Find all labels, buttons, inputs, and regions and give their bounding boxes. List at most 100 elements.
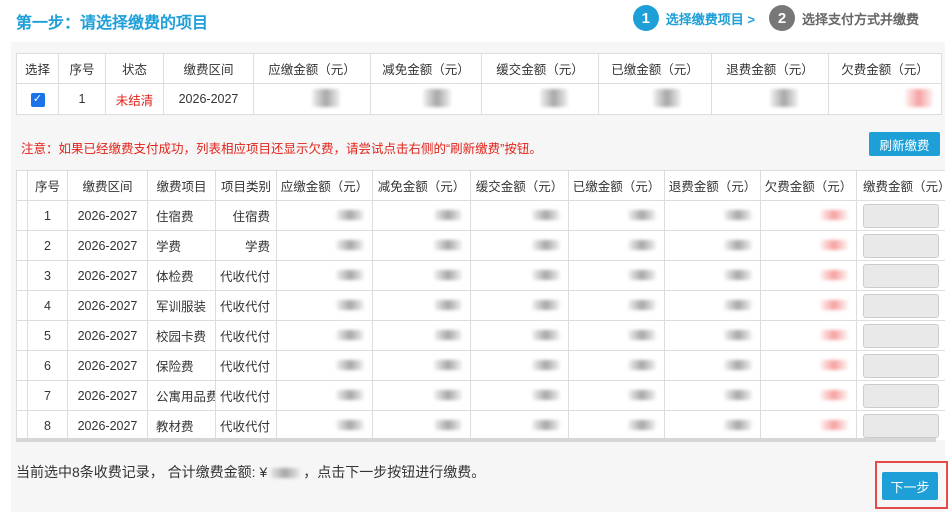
step-2-label: 选择支付方式并缴费 <box>801 11 919 27</box>
pay-amount-input[interactable] <box>863 413 939 438</box>
pay-amount-input[interactable] <box>863 323 939 348</box>
row-pay-amount[interactable] <box>856 410 945 440</box>
next-step-button[interactable]: 下一步 <box>882 472 938 500</box>
redacted-value <box>724 239 752 250</box>
horizontal-scrollbar[interactable] <box>16 438 936 442</box>
row-due-amount <box>276 290 373 321</box>
row-item: 教材费 <box>147 410 216 440</box>
row-period: 2026-2027 <box>67 230 148 261</box>
row-index: 4 <box>27 290 68 321</box>
notice-bar: 注意：如果已经缴费支付成功，列表相应项目还显示欠费，请尝试点击右侧的“刷新缴费”… <box>11 132 945 156</box>
row-refund-amount <box>664 350 761 381</box>
row-owed-amount <box>760 320 857 351</box>
pay-amount-input[interactable] <box>863 353 939 378</box>
row-pay-amount[interactable] <box>856 200 945 231</box>
pay-amount-input[interactable] <box>863 203 939 228</box>
summary-suffix: ，点击下一步按钮进行缴费。 <box>303 464 486 480</box>
row-category: 住宿费 <box>215 200 277 231</box>
redacted-total-amount <box>270 468 301 479</box>
row-reduced-amount <box>372 410 471 440</box>
row-deferred-amount <box>470 350 569 381</box>
fee-period-row[interactable]: ✓ 1 未结清 2026-2027 <box>16 83 942 115</box>
row-pay-amount[interactable] <box>856 230 945 261</box>
row-pay-amount[interactable] <box>856 290 945 321</box>
redacted-value <box>532 389 560 400</box>
row-refund-amount <box>664 230 761 261</box>
row-status: 未结清 <box>105 83 164 115</box>
row-index: 8 <box>27 410 68 440</box>
row-owed-amount <box>760 380 857 411</box>
redacted-value <box>820 209 848 220</box>
redacted-value <box>628 389 656 400</box>
redacted-value <box>628 239 656 250</box>
row-pay-amount[interactable] <box>856 380 945 411</box>
row-pay-amount[interactable] <box>856 320 945 351</box>
row-due-amount <box>276 260 373 291</box>
row-refund-amount <box>664 290 761 321</box>
redacted-value <box>820 419 848 430</box>
table-row[interactable]: 3 2026-2027 体检费 代收代付 <box>16 260 945 291</box>
row-category: 代收代付 <box>215 380 277 411</box>
redacted-value <box>336 389 364 400</box>
row-pay-amount[interactable] <box>856 260 945 291</box>
table-row[interactable]: 2 2026-2027 学费 学费 <box>16 230 945 261</box>
step-2: 2 选择支付方式并缴费 <box>768 5 919 31</box>
content-panel: 选择 序号 状态 缴费区间 应缴金额（元） 减免金额（元） 缓交金额（元） 已缴… <box>11 42 945 512</box>
row-deferred-amount <box>470 230 569 261</box>
redacted-value <box>628 299 656 310</box>
row-pay-amount[interactable] <box>856 350 945 381</box>
fee-period-header-row: 选择 序号 状态 缴费区间 应缴金额（元） 减免金额（元） 缓交金额（元） 已缴… <box>16 53 942 84</box>
col-header-owed: 欠费金额（元） <box>760 170 857 201</box>
redacted-value <box>820 389 848 400</box>
row-paid-amount <box>568 230 665 261</box>
col-header-due: 应缴金额（元） <box>253 53 371 84</box>
col-header-deferred: 缓交金额（元） <box>470 170 569 201</box>
row-reduced-amount <box>372 230 471 261</box>
row-gutter <box>16 230 28 261</box>
redacted-value <box>820 299 848 310</box>
table-row[interactable]: 7 2026-2027 公寓用品费 代收代付 <box>16 380 945 411</box>
pay-amount-input[interactable] <box>863 383 939 408</box>
row-category: 代收代付 <box>215 260 277 291</box>
row-category: 代收代付 <box>215 290 277 321</box>
row-paid-amount <box>568 410 665 440</box>
redacted-value <box>532 269 560 280</box>
col-header-reduced: 减免金额（元） <box>370 53 482 84</box>
table-row[interactable]: 5 2026-2027 校园卡费 代收代付 <box>16 320 945 351</box>
row-period: 2026-2027 <box>67 290 148 321</box>
table-row[interactable]: 6 2026-2027 保险费 代收代付 <box>16 350 945 381</box>
step-1: 1 选择缴费项目 > <box>632 5 755 31</box>
row-reduced-amount <box>372 380 471 411</box>
row-due-amount <box>276 200 373 231</box>
redacted-value <box>724 209 752 220</box>
redacted-value <box>820 269 848 280</box>
col-header-due: 应缴金额（元） <box>276 170 373 201</box>
row-period: 2026-2027 <box>67 260 148 291</box>
redacted-value <box>532 239 560 250</box>
redacted-value <box>905 88 933 107</box>
redacted-value <box>434 359 462 370</box>
table-row[interactable]: 8 2026-2027 教材费 代收代付 <box>16 410 945 440</box>
table-row[interactable]: 1 2026-2027 住宿费 住宿费 <box>16 200 945 231</box>
redacted-value <box>336 329 364 340</box>
row-item: 军训服装 <box>147 290 216 321</box>
table-row[interactable]: 4 2026-2027 军训服装 代收代付 <box>16 290 945 321</box>
refresh-payment-button[interactable]: 刷新缴费 <box>869 132 940 156</box>
col-header-paid: 已缴金额（元） <box>568 170 665 201</box>
row-item: 学费 <box>147 230 216 261</box>
redacted-value <box>434 239 462 250</box>
summary-prefix: 当前选中8条收费记录， 合计缴费金额: ¥ <box>16 464 268 480</box>
row-select-cell[interactable]: ✓ <box>16 83 59 115</box>
fee-items-table[interactable]: 序号 缴费区间 缴费项目 项目类别 应缴金额（元） 减免金额（元） 缓交金额（元… <box>16 170 945 440</box>
row-refund-amount <box>664 380 761 411</box>
row-checkbox[interactable]: ✓ <box>30 92 45 107</box>
row-reduced-amount <box>372 200 471 231</box>
row-paid-amount <box>568 200 665 231</box>
pay-amount-input[interactable] <box>863 293 939 318</box>
redacted-value <box>434 299 462 310</box>
redacted-value <box>820 239 848 250</box>
pay-amount-input[interactable] <box>863 263 939 288</box>
col-header-pay-amount: 缴费金额（元） <box>856 170 945 201</box>
pay-amount-input[interactable] <box>863 233 939 258</box>
row-period: 2026-2027 <box>67 320 148 351</box>
